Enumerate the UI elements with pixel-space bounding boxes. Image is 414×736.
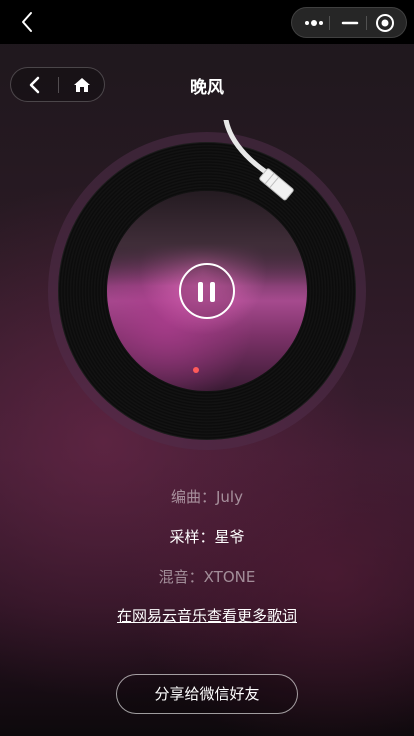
more-lyrics-link[interactable]: 在网易云音乐查看更多歌词 [0, 605, 414, 626]
share-to-wechat-button[interactable]: 分享给微信好友 [116, 674, 298, 714]
pause-icon [210, 282, 215, 302]
chevron-left-icon[interactable] [16, 10, 40, 34]
target-circle-icon[interactable] [375, 13, 395, 33]
credit-arranger: 编曲：July [171, 488, 243, 506]
more-dots-icon[interactable] [302, 14, 326, 32]
credit-mixing: 混音：XTONE [158, 568, 256, 586]
mini-program-capsule [291, 7, 407, 38]
minimize-icon[interactable] [340, 14, 360, 32]
pause-button[interactable] [179, 263, 235, 319]
tonearm-icon [223, 120, 294, 201]
capsule-divider [329, 16, 330, 30]
page-title: 晚风 [190, 78, 224, 98]
capsule-divider [366, 16, 367, 30]
album-cover-light [193, 367, 199, 373]
top-bar [0, 0, 414, 44]
record-player [0, 120, 414, 460]
music-player-screen: 晚风 编曲：July 采样：星爷 混音：XTONE 在网易云音乐查看更多歌词 分… [0, 0, 414, 736]
pause-icon [198, 282, 203, 302]
credit-sampling: 采样：星爷 [169, 528, 245, 546]
